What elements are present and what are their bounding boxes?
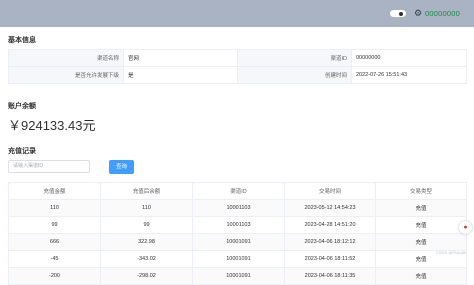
table-cell: -200 (8, 267, 101, 285)
table-row: -200 -298.02 10001091 2023-04-06 18:11:3… (8, 267, 467, 285)
table-cell: 110 (8, 199, 101, 217)
account-balance-value: ￥924133.43元 (8, 118, 96, 133)
table-cell: 110 (100, 199, 193, 217)
toggle-knob (399, 12, 403, 16)
basic-info-title: 基本信息 (8, 37, 36, 44)
account-balance-title: 账户余额 (8, 103, 36, 110)
info-value: 00000000 (351, 49, 467, 67)
table-row: 99 99 10001103 2023-04-28 14:51:20 充值 (8, 216, 467, 234)
table-cell: 充值 (375, 199, 467, 217)
info-value: 官网 (123, 49, 238, 67)
info-key: 渠道ID (237, 49, 352, 67)
table-cell: -298.02 (100, 267, 193, 285)
table-cell: 10001091 (192, 250, 285, 268)
table-cell: 2023-04-06 18:12:12 (284, 233, 376, 251)
table-row: 666 322.98 10001091 2023-04-06 18:12:12 … (8, 233, 467, 251)
basic-info-table: 渠道名称 官网 渠道ID 00000000 是否允许发展下级 是 创建时间 20… (8, 49, 467, 84)
table-cell: 2023-04-06 18:11:35 (284, 267, 376, 285)
gear-icon[interactable]: ⚙ (413, 8, 423, 18)
table-cell: 充值 (375, 267, 467, 285)
column-header: 充值后余额 (100, 182, 193, 200)
table-row: -45 -343.02 10001091 2023-04-06 18:11:52… (8, 250, 467, 268)
table-cell: -343.02 (100, 250, 193, 268)
info-row: 渠道名称 官网 渠道ID 00000000 (8, 49, 467, 67)
table-cell: 充值 (375, 233, 467, 251)
table-cell: 322.98 (100, 233, 193, 251)
info-key: 是否允许发展下级 (8, 66, 124, 84)
column-header: 交易类型 (375, 182, 467, 200)
table-cell: -45 (8, 250, 101, 268)
table-cell: 99 (8, 216, 101, 234)
info-key: 创建时间 (237, 66, 352, 84)
table-row: 110 110 10001103 2023-05-12 14:54:23 充值 (8, 199, 467, 217)
table-cell: 10001091 (192, 267, 285, 285)
channel-id-search-input[interactable]: 请输入渠道ID (8, 160, 90, 173)
recharge-title: 充值记录 (8, 148, 36, 155)
table-cell: 99 (100, 216, 193, 234)
column-header: 交易时间 (284, 182, 376, 200)
info-row: 是否允许发展下级 是 创建时间 2022-07-26 15:51:43 (8, 66, 467, 84)
toggle-switch-icon[interactable] (390, 10, 406, 17)
table-cell: 充值 (375, 216, 467, 234)
search-button[interactable]: 查询 (109, 160, 134, 174)
table-cell: 10001091 (192, 233, 285, 251)
chat-icon[interactable]: ● (459, 221, 472, 234)
table-cell: 2023-04-06 18:11:52 (284, 250, 376, 268)
table-cell: 2023-04-28 14:51:20 (284, 216, 376, 234)
table-cell: 666 (8, 233, 101, 251)
info-value: 2022-07-26 15:51:43 (351, 66, 467, 84)
info-value: 是 (123, 66, 238, 84)
user-name[interactable]: 00000000 (425, 9, 460, 18)
table-cell: 10001103 (192, 216, 285, 234)
recharge-table: 充值金额 充值后余额 渠道ID 交易时间 交易类型 110 110 100011… (8, 182, 467, 285)
table-header-row: 充值金额 充值后余额 渠道ID 交易时间 交易类型 (8, 182, 467, 200)
watermark: CSDN @Pluto86 (436, 250, 467, 255)
column-header: 充值金额 (8, 182, 101, 200)
info-key: 渠道名称 (8, 49, 124, 67)
column-header: 渠道ID (192, 182, 285, 200)
top-bar: ⚙ 00000000 (0, 0, 474, 27)
table-cell: 2023-05-12 14:54:23 (284, 199, 376, 217)
table-cell: 10001103 (192, 199, 285, 217)
